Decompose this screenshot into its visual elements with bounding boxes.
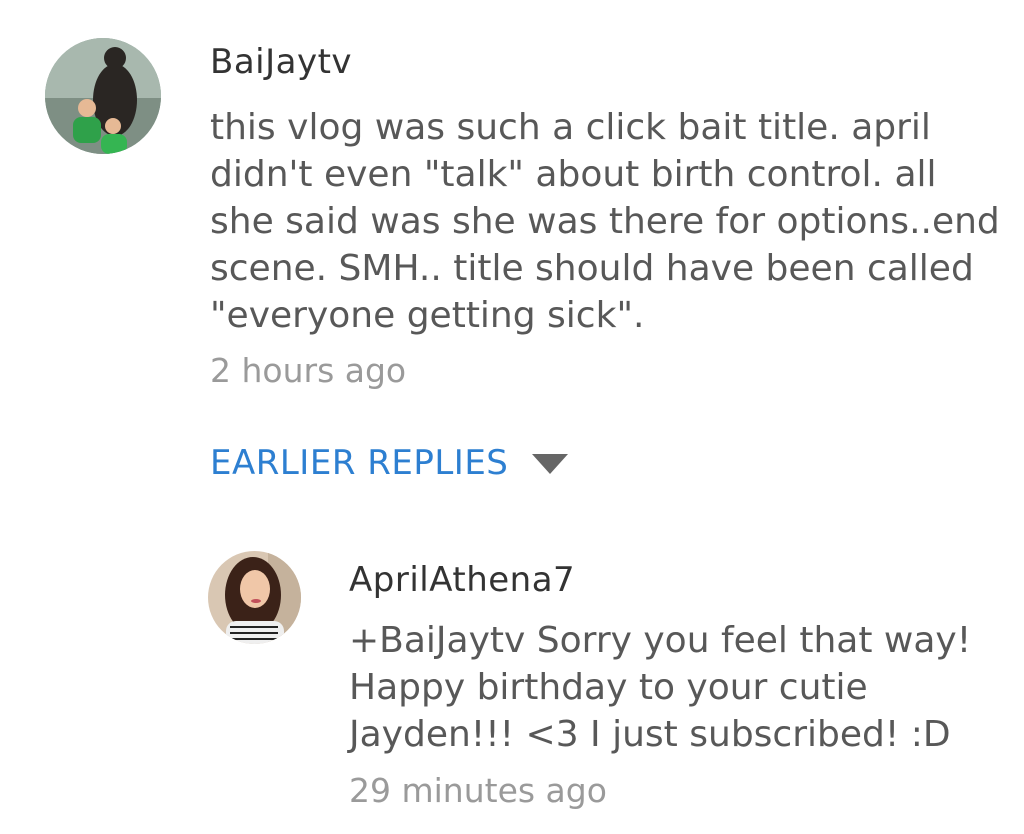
reply-text: +BaiJaytv Sorry you feel that way! Happy… <box>349 620 972 755</box>
avatar-photo-icon <box>208 551 301 644</box>
reply-author[interactable]: AprilAthena7 <box>349 560 575 600</box>
earlier-replies-label: EARLIER REPLIES <box>210 443 509 483</box>
caret-down-icon <box>532 454 569 474</box>
avatar-photo-icon <box>45 38 161 154</box>
earlier-replies-button[interactable]: EARLIER REPLIES <box>210 443 569 483</box>
avatar[interactable] <box>45 38 161 154</box>
comment-timestamp: 2 hours ago <box>210 351 407 390</box>
reply-timestamp: 29 minutes ago <box>349 771 607 810</box>
comment-text: this vlog was such a click bait title. a… <box>210 107 1000 336</box>
comment-author[interactable]: BaiJaytv <box>210 42 352 82</box>
avatar[interactable] <box>208 551 301 644</box>
